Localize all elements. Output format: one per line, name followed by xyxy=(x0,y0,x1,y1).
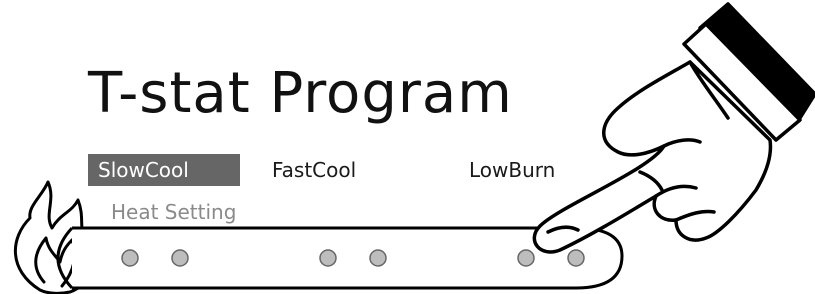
tstat-program-screen: T-stat Program SlowCool FastCool LowBurn xyxy=(0,0,815,294)
pointing-hand-icon xyxy=(532,2,815,254)
heat-setting-dot[interactable] xyxy=(517,249,535,267)
heat-setting-dot[interactable] xyxy=(171,249,189,267)
heat-setting-dot[interactable] xyxy=(369,249,387,267)
heat-setting-dot[interactable] xyxy=(121,249,139,267)
heat-setting-dot[interactable] xyxy=(567,249,585,267)
heat-setting-label: Heat Setting xyxy=(111,200,237,224)
artwork-layer xyxy=(14,2,815,294)
heat-setting-dot[interactable] xyxy=(319,249,337,267)
